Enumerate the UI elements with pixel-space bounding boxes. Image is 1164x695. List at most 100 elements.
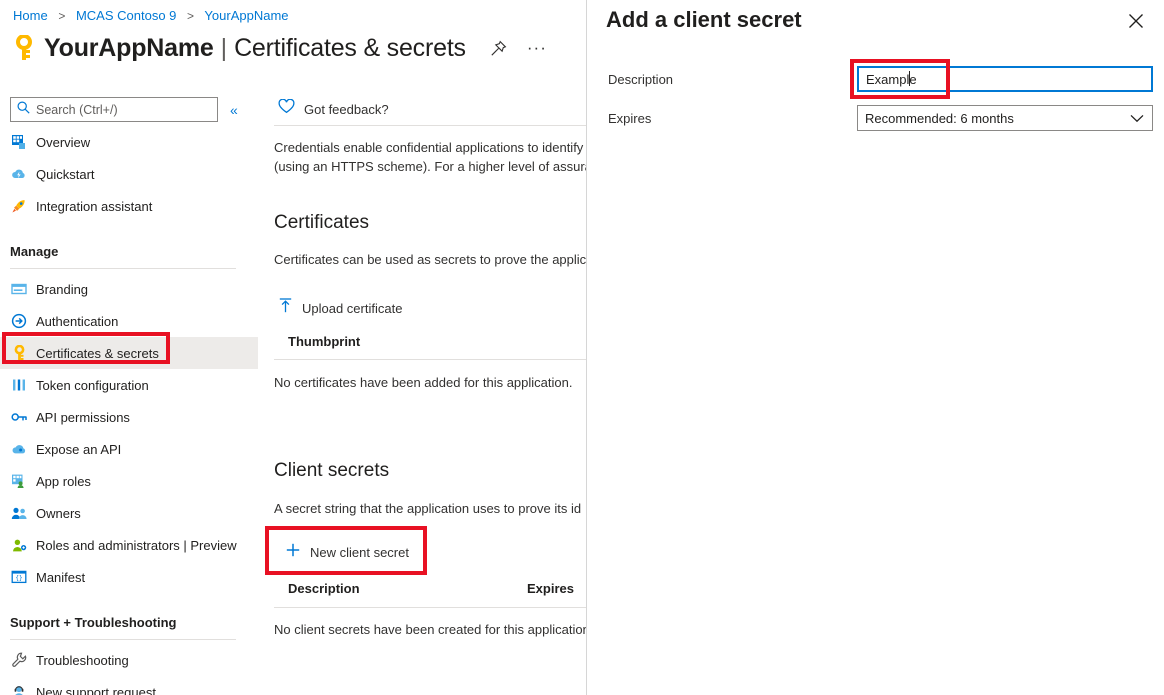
upload-certificate-button[interactable]: Upload certificate (279, 298, 402, 318)
certificates-description: Certificates can be used as secrets to p… (274, 252, 586, 267)
certificates-empty-message: No certificates have been added for this… (274, 375, 573, 390)
overview-grid-icon (10, 133, 28, 151)
breadcrumb-item-tenant[interactable]: MCAS Contoso 9 (76, 8, 176, 23)
sidebar-item-label: Token configuration (36, 377, 149, 393)
sidebar-nav: Overview Quickstart Integration assistan… (0, 126, 258, 695)
certificates-section-title: Certificates (274, 212, 370, 233)
description-input[interactable] (857, 66, 1153, 92)
branding-card-icon (10, 280, 28, 298)
sidebar-item-label: Overview (36, 134, 91, 150)
nav-group-divider (10, 639, 236, 640)
sidebar-item-authentication[interactable]: Authentication (0, 305, 258, 337)
roles-admin-person-icon (10, 536, 28, 554)
column-header-expires: Expires (527, 581, 574, 596)
nav-group-divider (10, 268, 236, 269)
sidebar-item-label: Integration assistant (36, 198, 153, 214)
cloud-lightning-icon (10, 165, 28, 183)
sidebar-item-label: Quickstart (36, 166, 95, 182)
text-caret (909, 71, 910, 86)
client-secrets-section-title: Client secrets (274, 460, 390, 481)
new-client-secret-label: New client secret (310, 545, 409, 560)
description-label: Description (608, 72, 674, 87)
sidebar-item-token-configuration[interactable]: Token configuration (0, 369, 258, 401)
owners-people-icon (10, 504, 28, 522)
nav-group-support: Support + Troubleshooting (10, 615, 177, 630)
wrench-icon (10, 651, 28, 669)
breadcrumb-item-home[interactable]: Home (13, 8, 48, 23)
sidebar-item-label: API permissions (36, 409, 130, 425)
sidebar-item-overview[interactable]: Overview (0, 126, 258, 158)
key-icon (10, 33, 38, 63)
main-content: Got feedback? Credentials enable confide… (274, 0, 586, 695)
got-feedback-label: Got feedback? (304, 101, 389, 117)
app-roles-grid-icon (10, 472, 28, 490)
upload-certificate-label: Upload certificate (302, 300, 403, 316)
azure-portal-screen: Home > MCAS Contoso 9 > YourAppName Your… (0, 0, 1164, 695)
table-divider (274, 607, 586, 608)
sidebar-search-area: Search (Ctrl+/) « (10, 97, 238, 122)
heart-icon (278, 98, 295, 119)
sidebar-item-label: New support request (36, 684, 156, 695)
chevron-down-icon (1130, 111, 1144, 126)
sidebar-item-api-permissions[interactable]: API permissions (0, 401, 258, 433)
breadcrumb: Home > MCAS Contoso 9 > YourAppName (13, 8, 289, 23)
search-input[interactable]: Search (Ctrl+/) (10, 97, 218, 122)
sidebar-item-label: Branding (36, 281, 89, 297)
expires-label: Expires (608, 111, 652, 126)
sidebar-item-troubleshooting[interactable]: Troubleshooting (0, 644, 258, 676)
breadcrumb-separator: > (58, 9, 66, 23)
breadcrumb-separator: > (187, 9, 195, 23)
got-feedback-button[interactable]: Got feedback? (278, 98, 389, 119)
title-separator: | (220, 33, 228, 62)
table-divider (274, 359, 586, 360)
column-header-description: Description (288, 581, 360, 596)
sidebar-item-label: Troubleshooting (36, 652, 129, 668)
support-person-icon (10, 683, 28, 695)
sidebar-item-roles-and-administrators[interactable]: Roles and administrators | Preview (0, 529, 258, 561)
double-chevron-left-icon[interactable]: « (230, 102, 238, 118)
search-placeholder: Search (Ctrl+/) (36, 102, 118, 117)
sidebar-item-label: Roles and administrators | Preview (36, 537, 237, 553)
plus-icon (286, 543, 300, 562)
search-icon (17, 100, 30, 119)
sidebar-item-label: Owners (36, 505, 81, 521)
manifest-document-icon: {} (10, 568, 28, 586)
intro-text-line-1: Credentials enable confidential applicat… (274, 140, 584, 155)
column-header-thumbprint: Thumbprint (288, 334, 361, 349)
panel-title: Add a client secret (606, 7, 802, 32)
sidebar-item-label: Certificates & secrets (36, 345, 159, 361)
sidebar-item-new-support-request[interactable]: New support request (0, 676, 258, 695)
expires-selected-value: Recommended: 6 months (865, 110, 1014, 126)
sidebar-item-quickstart[interactable]: Quickstart (0, 158, 258, 190)
sidebar-item-label: App roles (36, 473, 91, 489)
key-icon (10, 344, 28, 362)
sidebar-item-label: Manifest (36, 569, 86, 585)
api-permissions-key-icon (10, 408, 28, 426)
sidebar-item-expose-an-api[interactable]: Expose an API (0, 433, 258, 465)
page-title: YourAppName (44, 33, 214, 62)
sidebar-item-owners[interactable]: Owners (0, 497, 258, 529)
close-icon[interactable] (1126, 11, 1146, 31)
rocket-icon (10, 197, 28, 215)
add-client-secret-panel: Add a client secret Description Expires … (586, 0, 1164, 695)
authentication-arrow-icon (10, 312, 28, 330)
upload-arrow-icon (279, 298, 292, 318)
portal-page: Home > MCAS Contoso 9 > YourAppName Your… (0, 0, 586, 695)
cloud-api-icon (10, 440, 28, 458)
svg-text:{}: {} (15, 575, 22, 582)
client-secrets-empty-message: No client secrets have been created for … (274, 622, 586, 637)
sidebar-item-label: Authentication (36, 313, 119, 329)
nav-group-manage: Manage (10, 244, 59, 259)
sidebar-item-app-roles[interactable]: App roles (0, 465, 258, 497)
sidebar-item-integration-assistant[interactable]: Integration assistant (0, 190, 258, 222)
content-divider (274, 125, 586, 126)
sidebar-item-manifest[interactable]: {} Manifest (0, 561, 258, 593)
token-bars-icon (10, 376, 28, 394)
sidebar-item-certificates-and-secrets[interactable]: Certificates & secrets (0, 337, 258, 369)
expires-select[interactable]: Recommended: 6 months (857, 105, 1153, 131)
sidebar-item-branding[interactable]: Branding (0, 273, 258, 305)
new-client-secret-button[interactable]: New client secret (286, 543, 409, 562)
intro-text-line-2: (using an HTTPS scheme). For a higher le… (274, 159, 586, 174)
